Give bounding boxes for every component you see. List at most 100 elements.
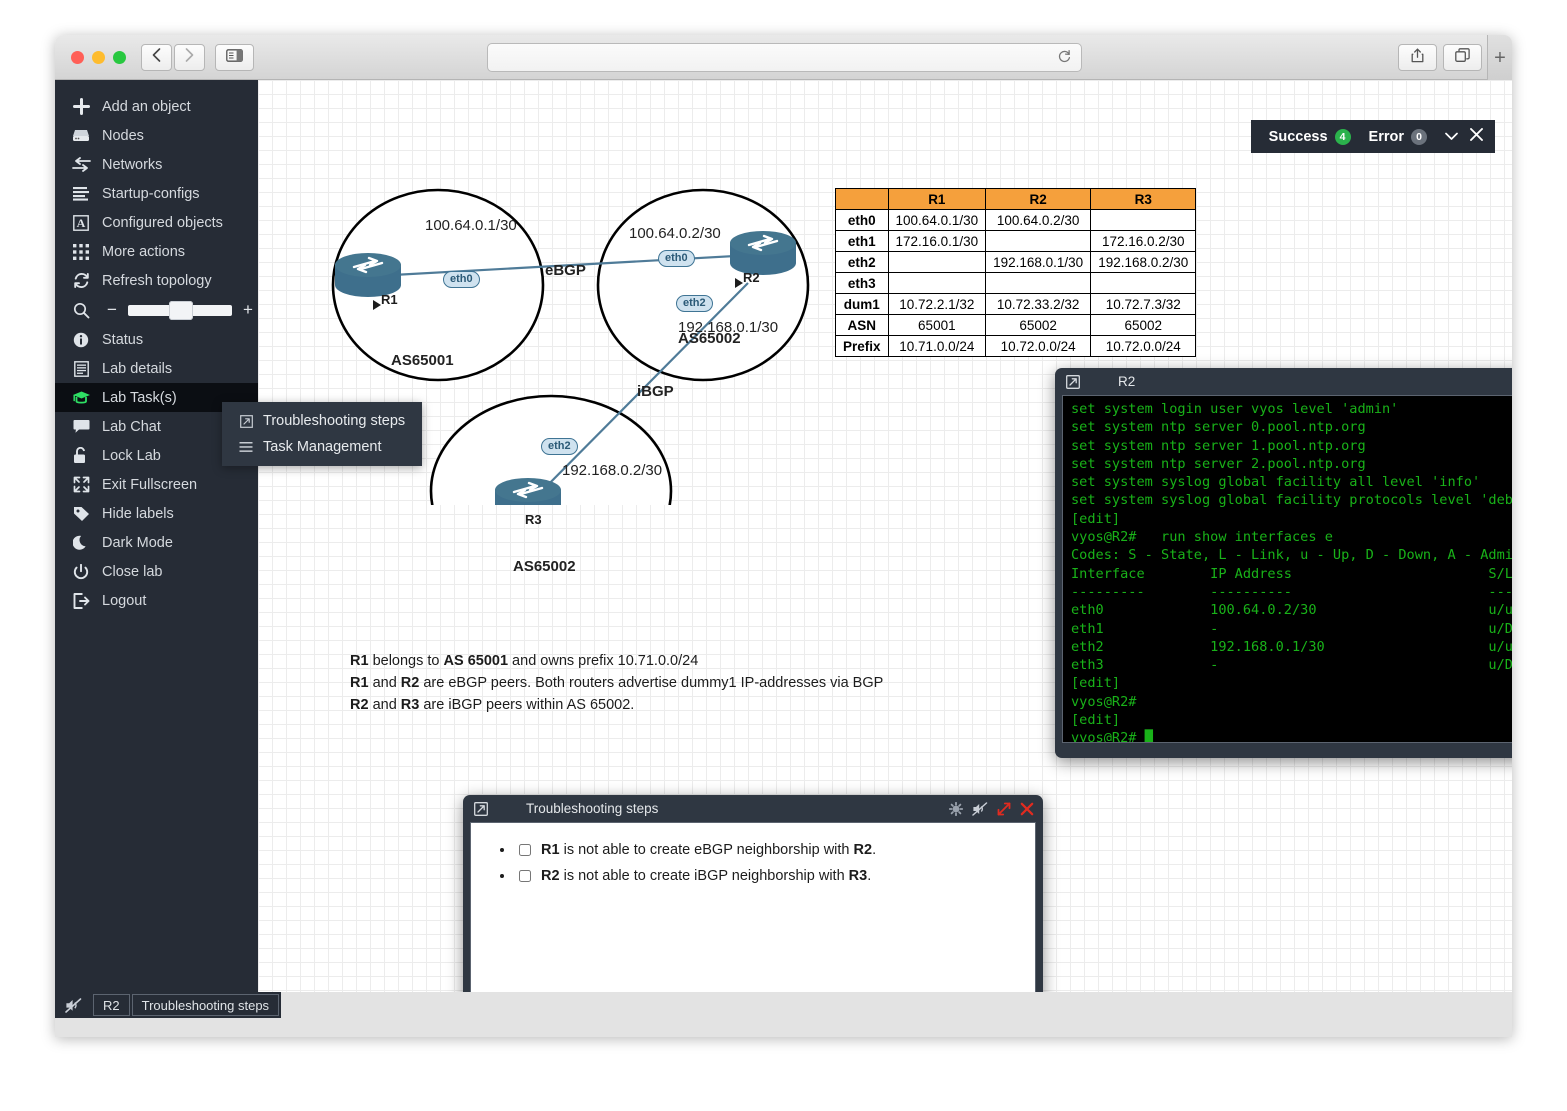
table-cell: 172.16.0.1/30: [887, 230, 987, 252]
sidebar-item-label: Exit Fullscreen: [102, 476, 198, 493]
terminal-output-area[interactable]: set system login user vyos level 'admin'…: [1062, 395, 1512, 743]
taskbar-button-troubleshooting-steps[interactable]: Troubleshooting steps: [131, 994, 280, 1016]
resize-icon[interactable]: [997, 802, 1011, 816]
as-circle-65002-r2[interactable]: [596, 188, 810, 382]
sidebar-item-nodes[interactable]: Nodes: [55, 121, 258, 150]
iface-badge-r2-eth0[interactable]: eth0: [658, 250, 695, 268]
description-node-ref: R3: [400, 697, 420, 713]
description-as-ref: AS 65001: [443, 653, 509, 669]
sidebar-item-hide-labels[interactable]: Hide labels: [55, 499, 258, 528]
step-text: is not able to create iBGP neighborship …: [559, 868, 849, 884]
step-checkbox[interactable]: [519, 844, 531, 856]
url-input[interactable]: [498, 49, 1052, 66]
taskbar-button-r2[interactable]: R2: [93, 994, 130, 1016]
menu-item-troubleshooting-steps[interactable]: Troubleshooting steps: [222, 408, 422, 434]
lab-description: R1 belongs to AS 65001 and owns prefix 1…: [350, 650, 883, 716]
link-label-r2-eth0: 100.64.0.2/30: [629, 225, 721, 242]
close-icon[interactable]: [1020, 802, 1034, 816]
mute-icon[interactable]: [972, 801, 988, 816]
troubleshooting-window[interactable]: Troubleshooting steps • R1 is not able t…: [463, 795, 1043, 992]
zoom-slider-thumb[interactable]: [169, 300, 193, 320]
zoom-in-button[interactable]: +: [240, 300, 256, 320]
sidebar-toggle-button[interactable]: [215, 44, 254, 71]
zoom-search-icon: [69, 300, 93, 320]
show-tabs-button[interactable]: [1443, 44, 1482, 71]
info-icon: [69, 330, 93, 350]
error-status[interactable]: Error 0: [1369, 128, 1427, 145]
sidebar-item-dark-mode[interactable]: Dark Mode: [55, 528, 258, 557]
iface-badge-r3-eth2[interactable]: eth2: [541, 438, 578, 456]
zoom-out-button[interactable]: −: [104, 300, 120, 320]
error-count-badge: 0: [1411, 128, 1427, 145]
reload-icon[interactable]: [1052, 49, 1071, 66]
terminal-window[interactable]: R2 set system login user vyos level 'adm…: [1055, 368, 1512, 758]
iface-badge-r1-eth0[interactable]: eth0: [443, 271, 480, 289]
menu-item-label: Task Management: [263, 439, 382, 455]
hamburger-icon: [236, 441, 256, 453]
taskbar-mute-icon[interactable]: [55, 994, 91, 1016]
share-button[interactable]: [1398, 44, 1437, 71]
chat-icon: [69, 417, 93, 437]
sidebar-item-networks[interactable]: Networks: [55, 150, 258, 179]
sidebar-item-logout[interactable]: Logout: [55, 586, 258, 615]
topology-canvas[interactable]: Success 4 Error 0 R1 R2 R3 AS65001 AS650…: [258, 80, 1512, 992]
window-minimize-button[interactable]: [92, 51, 105, 64]
table-header-row: R1 R2 R3: [835, 188, 1197, 210]
step-checkbox[interactable]: [519, 870, 531, 882]
router-node-r3[interactable]: [495, 478, 561, 505]
table-cell: 10.72.2.1/32: [887, 293, 987, 315]
router-node-r1[interactable]: [335, 253, 401, 297]
popout-icon[interactable]: [472, 801, 490, 816]
success-status[interactable]: Success 4: [1269, 128, 1351, 145]
gear-icon[interactable]: [949, 801, 963, 816]
sidebar-item-exit-fullscreen[interactable]: Exit Fullscreen: [55, 470, 258, 499]
description-text: and owns prefix 10.71.0.0/24: [508, 653, 699, 669]
forward-button[interactable]: [174, 44, 205, 71]
iface-badge-r2-eth2[interactable]: eth2: [676, 295, 713, 313]
lab-tasks-submenu: Troubleshooting steps Task Management: [222, 402, 422, 466]
back-button[interactable]: [141, 44, 172, 71]
popout-icon[interactable]: [1064, 374, 1082, 389]
close-icon[interactable]: [1470, 128, 1483, 145]
table-cell: [985, 272, 1092, 294]
window-close-button[interactable]: [71, 51, 84, 64]
new-tab-button[interactable]: +: [1487, 35, 1512, 80]
table-cell: [887, 272, 987, 294]
terminal-titlebar[interactable]: R2: [1055, 368, 1512, 395]
sidebar-item-add-an-object[interactable]: Add an object: [55, 92, 258, 121]
zoom-control[interactable]: − +: [55, 295, 258, 325]
table-row: dum1 10.72.2.1/32 10.72.33.2/32 10.72.7.…: [835, 293, 1197, 315]
description-text: are iBGP peers within AS 65002.: [419, 697, 635, 713]
node-label-r1: R1: [381, 292, 398, 307]
sidebar-item-label: Nodes: [102, 127, 144, 144]
chevron-down-icon[interactable]: [1445, 129, 1458, 144]
address-bar[interactable]: [487, 43, 1082, 72]
step-node-ref: R1: [541, 842, 560, 858]
description-text: belongs to: [368, 653, 444, 669]
window-maximize-button[interactable]: [113, 51, 126, 64]
sidebar-item-lab-details[interactable]: Lab details: [55, 354, 258, 383]
table-row: ASN 65001 65002 65002: [835, 314, 1197, 336]
sidebar-item-startup-configs[interactable]: Startup-configs: [55, 179, 258, 208]
table-cell: [1090, 272, 1197, 294]
sidebar-item-more-actions[interactable]: More actions: [55, 237, 258, 266]
zoom-slider-track[interactable]: [128, 300, 232, 320]
table-col-r3: R3: [1090, 188, 1197, 210]
grid-icon: [69, 242, 93, 262]
sidebar-item-refresh-topology[interactable]: Refresh topology: [55, 266, 258, 295]
logout-icon: [69, 591, 93, 611]
sidebar-item-status[interactable]: Status: [55, 325, 258, 354]
menu-item-task-management[interactable]: Task Management: [222, 434, 422, 460]
description-line-1: R1 belongs to AS 65001 and owns prefix 1…: [350, 650, 883, 672]
peering-label-ebgp: eBGP: [545, 262, 586, 279]
menu-item-label: Troubleshooting steps: [263, 413, 406, 429]
nodes-icon: [69, 126, 93, 146]
browser-window: + Add an object Nodes Networks Startup-c…: [55, 35, 1512, 1037]
terminal-title: R2: [1118, 374, 1136, 389]
troubleshooting-titlebar[interactable]: Troubleshooting steps: [463, 795, 1043, 822]
sidebar-item-configured-objects[interactable]: A Configured objects: [55, 208, 258, 237]
sidebar-item-close-lab[interactable]: Close lab: [55, 557, 258, 586]
sidebar-item-label: Startup-configs: [102, 185, 200, 202]
router-node-r2[interactable]: [730, 231, 796, 275]
list-icon: [69, 184, 93, 204]
